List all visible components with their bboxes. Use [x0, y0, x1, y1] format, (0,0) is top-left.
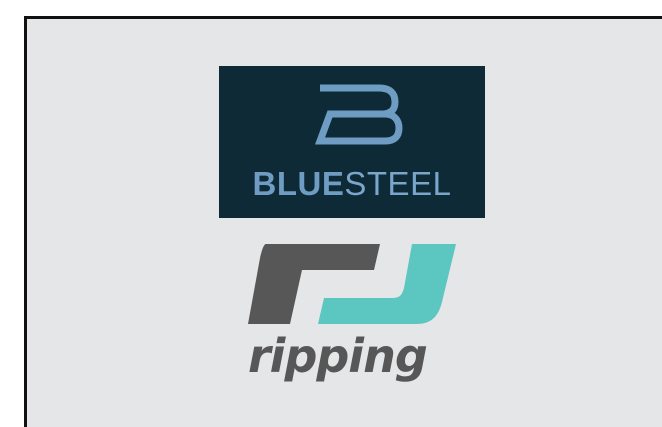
ripping-wordmark: ripping	[248, 329, 428, 383]
bluesteel-logo: BLUESTEEL	[219, 66, 485, 218]
bluesteel-wordmark: BLUESTEEL	[219, 164, 485, 204]
bluesteel-wordmark-steel: STEEL	[344, 165, 452, 202]
bluesteel-wordmark-blue: BLUE	[252, 165, 345, 202]
